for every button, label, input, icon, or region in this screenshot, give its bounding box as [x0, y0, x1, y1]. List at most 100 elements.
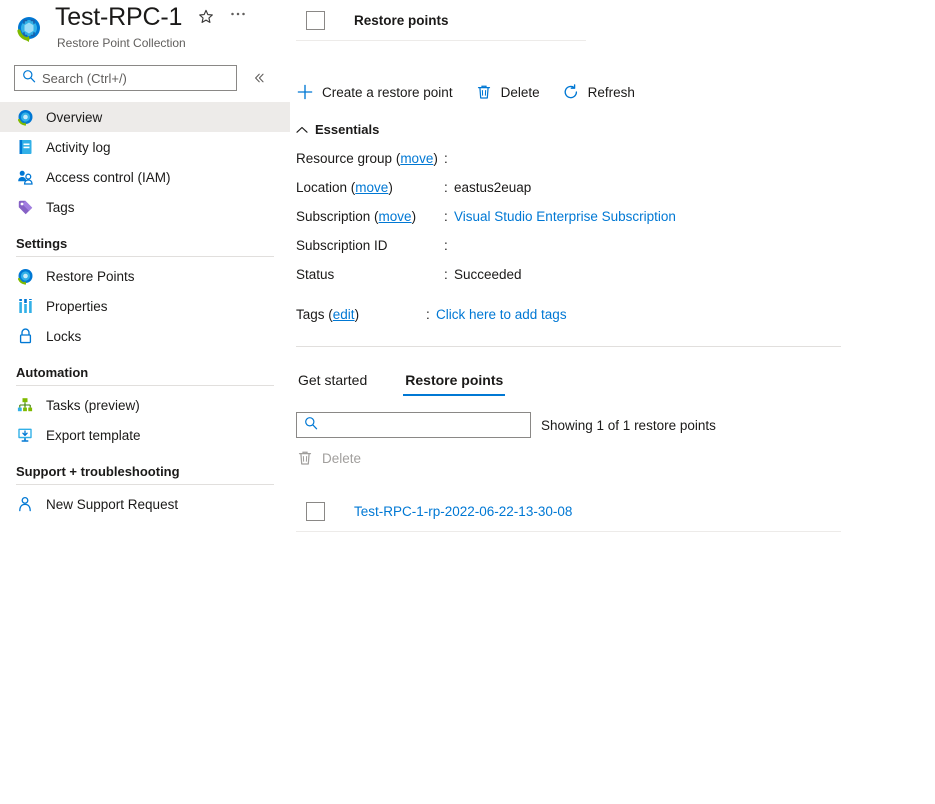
sidebar-item-label: Activity log [46, 139, 111, 155]
collapse-sidebar-icon[interactable] [249, 68, 269, 88]
plus-icon [296, 83, 314, 101]
move-link[interactable]: move [400, 151, 433, 166]
sidebar-item-label: Locks [46, 328, 82, 344]
grid-delete-button[interactable]: Delete [296, 449, 361, 467]
sidebar-group-divider [16, 484, 274, 485]
delete-label: Delete [500, 84, 540, 100]
sidebar-item-label: Access control (IAM) [46, 169, 171, 185]
tab-list: Get started Restore points [296, 364, 935, 396]
grid-delete-label: Delete [322, 450, 362, 466]
sidebar-item-access-control[interactable]: Access control (IAM) [0, 162, 290, 192]
tasks-icon [16, 396, 34, 414]
property-colon: : [426, 307, 430, 322]
property-value-location: eastus2euap [454, 180, 532, 195]
property-value-subscription[interactable]: Visual Studio Enterprise Subscription [454, 209, 676, 224]
sidebar-group-divider [16, 385, 274, 386]
property-label: Tags (edit) [296, 307, 360, 322]
row-checkbox[interactable] [306, 501, 325, 521]
export-template-icon [16, 426, 34, 444]
property-colon: : [444, 238, 448, 253]
search-box[interactable] [14, 65, 237, 91]
tags-icon [16, 198, 34, 216]
table-header-row: Restore points [296, 0, 586, 41]
delete-button[interactable]: Delete [475, 83, 540, 101]
restore-points-table: Restore points Test-RPC-1-rp-2022-06-22-… [296, 10, 841, 532]
tab-label: Restore points [405, 372, 504, 388]
sidebar-item-properties[interactable]: Properties [0, 291, 290, 321]
overview-icon [16, 108, 34, 126]
search-icon [22, 69, 36, 88]
sidebar-group-title: Automation [16, 365, 89, 380]
sidebar-group-title: Settings [16, 236, 68, 251]
property-value-status: Succeeded [454, 267, 522, 282]
property-row-subscription-id: Subscription ID : [296, 238, 935, 267]
search-input[interactable] [42, 67, 236, 89]
essentials-label: Essentials [315, 122, 380, 137]
azure-portal-blade: Test-RPC-1 Restore Point Collection Sear… [0, 0, 935, 804]
tab-get-started[interactable]: Get started [296, 372, 369, 396]
property-row-resource-group: Resource group (move) : [296, 151, 935, 180]
sidebar-item-label: Tags [46, 199, 75, 215]
move-link[interactable]: move [355, 180, 388, 195]
search-icon [304, 416, 318, 435]
property-colon: : [444, 267, 448, 282]
property-row-subscription: Subscription (move) : Visual Studio Ente… [296, 209, 935, 238]
essentials-properties: Resource group (move) : Location (move) … [296, 151, 935, 336]
ellipsis-icon[interactable] [228, 7, 248, 27]
property-colon: : [444, 151, 448, 166]
refresh-button[interactable]: Refresh [562, 83, 635, 101]
property-colon: : [444, 180, 448, 195]
create-restore-point-label: Create a restore point [322, 84, 453, 100]
access-control-icon [16, 168, 34, 186]
property-label: Subscription (move) [296, 209, 417, 224]
property-row-location: Location (move) : eastus2euap [296, 180, 935, 209]
sidebar-item-export-template[interactable]: Export template [0, 420, 290, 450]
sidebar-search-row [0, 62, 290, 94]
sidebar-item-label: Export template [46, 427, 141, 443]
activity-log-icon [16, 138, 34, 156]
support-request-icon [16, 495, 34, 513]
select-all-checkbox[interactable] [306, 10, 325, 30]
restore-points-filter-box[interactable] [296, 412, 531, 438]
move-link[interactable]: move [379, 209, 412, 224]
page-subtitle: Restore Point Collection [57, 36, 186, 50]
table-row[interactable]: Test-RPC-1-rp-2022-06-22-13-30-08 [296, 491, 841, 532]
sidebar-item-locks[interactable]: Locks [0, 321, 290, 351]
sidebar-item-overview[interactable]: Overview [0, 102, 290, 132]
sidebar-item-new-support-request[interactable]: New Support Request [0, 489, 290, 519]
create-restore-point-button[interactable]: Create a restore point [296, 83, 453, 101]
add-tags-link[interactable]: Click here to add tags [436, 307, 567, 322]
title-row: Test-RPC-1 [55, 2, 248, 32]
property-colon: : [444, 209, 448, 224]
sidebar-item-label: Overview [46, 109, 103, 125]
properties-icon [16, 297, 34, 315]
filter-row: Showing 1 of 1 restore points [296, 412, 935, 438]
sidebar-item-tasks[interactable]: Tasks (preview) [0, 390, 290, 420]
sidebar-item-label: Properties [46, 298, 108, 314]
property-label: Subscription ID [296, 238, 388, 253]
sidebar-item-label: Tasks (preview) [46, 397, 140, 413]
property-row-status: Status : Succeeded [296, 267, 935, 296]
star-icon[interactable] [196, 7, 216, 27]
restore-point-collection-icon [14, 14, 44, 44]
command-bar: Create a restore point Delete Refresh [296, 76, 935, 108]
tab-restore-points[interactable]: Restore points [403, 372, 506, 396]
restore-points-filter-input[interactable] [324, 414, 530, 436]
property-label: Status [296, 267, 335, 282]
lock-icon [16, 327, 34, 345]
sidebar-item-activity-log[interactable]: Activity log [0, 132, 290, 162]
refresh-label: Refresh [587, 84, 635, 100]
sidebar-item-restore-points[interactable]: Restore Points [0, 261, 290, 291]
essentials-toggle[interactable]: Essentials [296, 122, 935, 137]
sidebar-group-divider [16, 256, 274, 257]
showing-count-text: Showing 1 of 1 restore points [541, 417, 716, 433]
select-all-cell [296, 10, 354, 30]
blade-header: Test-RPC-1 Restore Point Collection [0, 0, 290, 60]
restore-points-icon [16, 267, 34, 285]
property-label: Location (move) [296, 180, 393, 195]
edit-tags-link[interactable]: edit [333, 307, 355, 322]
restore-point-link[interactable]: Test-RPC-1-rp-2022-06-22-13-30-08 [354, 504, 572, 519]
sidebar-item-tags[interactable]: Tags [0, 192, 290, 222]
row-select-cell [296, 501, 354, 521]
main-content: Create a restore point Delete Refresh Es… [296, 0, 935, 532]
